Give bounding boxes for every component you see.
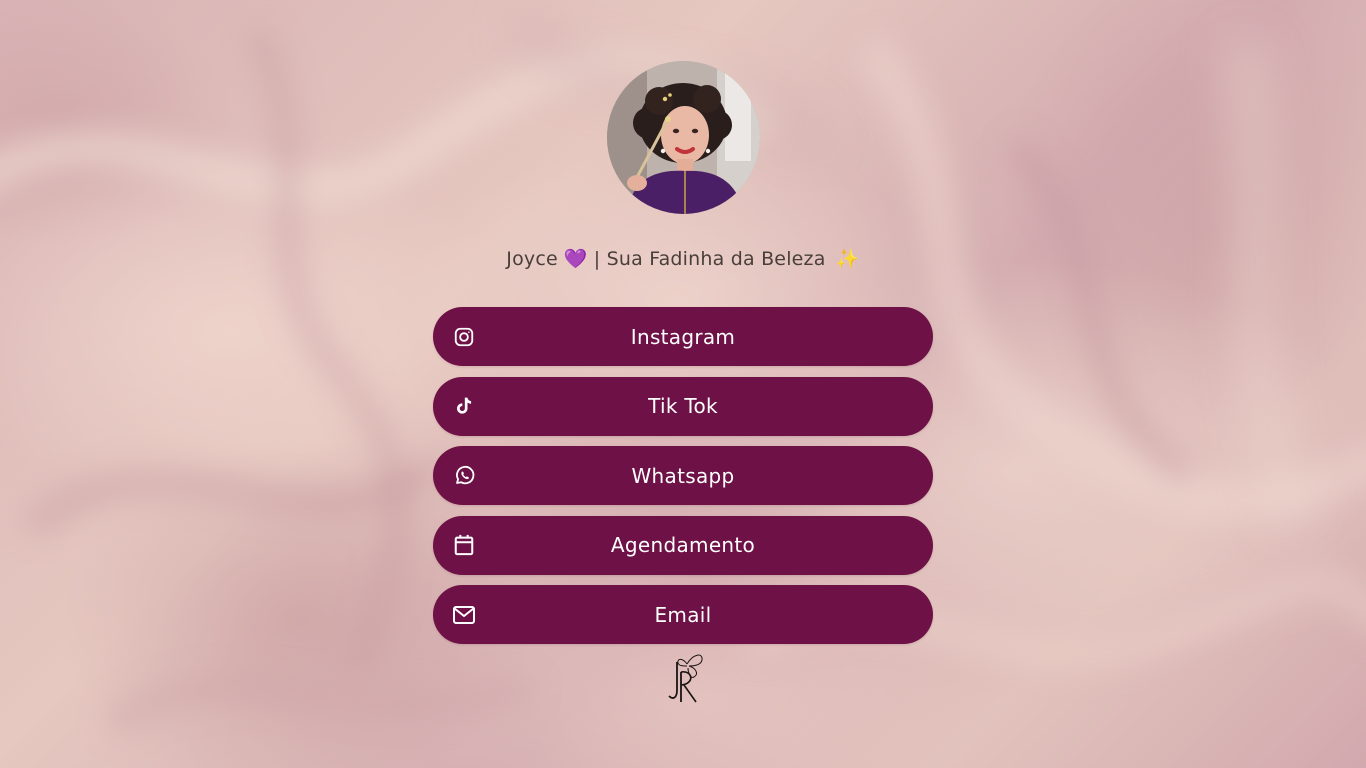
instagram-icon [452, 325, 476, 349]
email-button[interactable]: Email [433, 585, 933, 644]
profile-name: Joyce [506, 248, 558, 270]
envelope-icon [452, 603, 476, 627]
purple-heart-icon: 💜 [563, 248, 588, 270]
tiktok-icon [452, 394, 476, 418]
link-page: Joyce 💜 | Sua Fadinha da Beleza ✨ Instagra… [0, 0, 1366, 768]
profile-avatar [607, 61, 760, 214]
whatsapp-icon [452, 464, 476, 488]
jr-butterfly-logo [663, 652, 705, 706]
links-list: Instagram Tik Tok Whatsapp Agendamento E… [433, 307, 933, 655]
agendamento-label: Agendamento [610, 533, 756, 557]
tiktok-label: Tik Tok [648, 394, 718, 418]
whatsapp-label: Whatsapp [631, 463, 735, 488]
email-label: Email [654, 602, 712, 627]
tiktok-button[interactable]: Tik Tok [433, 376, 933, 436]
profile-tagline: | Sua Fadinha da Beleza [593, 248, 826, 270]
profile-title: Joyce 💜 | Sua Fadinha da Beleza ✨ [0, 247, 1366, 270]
instagram-button[interactable]: Instagram [433, 307, 933, 366]
calendar-icon [452, 533, 476, 557]
sparkles-icon: ✨ [835, 248, 860, 270]
instagram-label: Instagram [630, 324, 736, 349]
whatsapp-button[interactable]: Whatsapp [433, 446, 933, 505]
agendamento-button[interactable]: Agendamento [433, 515, 933, 575]
profile-photo-icon [607, 61, 760, 214]
